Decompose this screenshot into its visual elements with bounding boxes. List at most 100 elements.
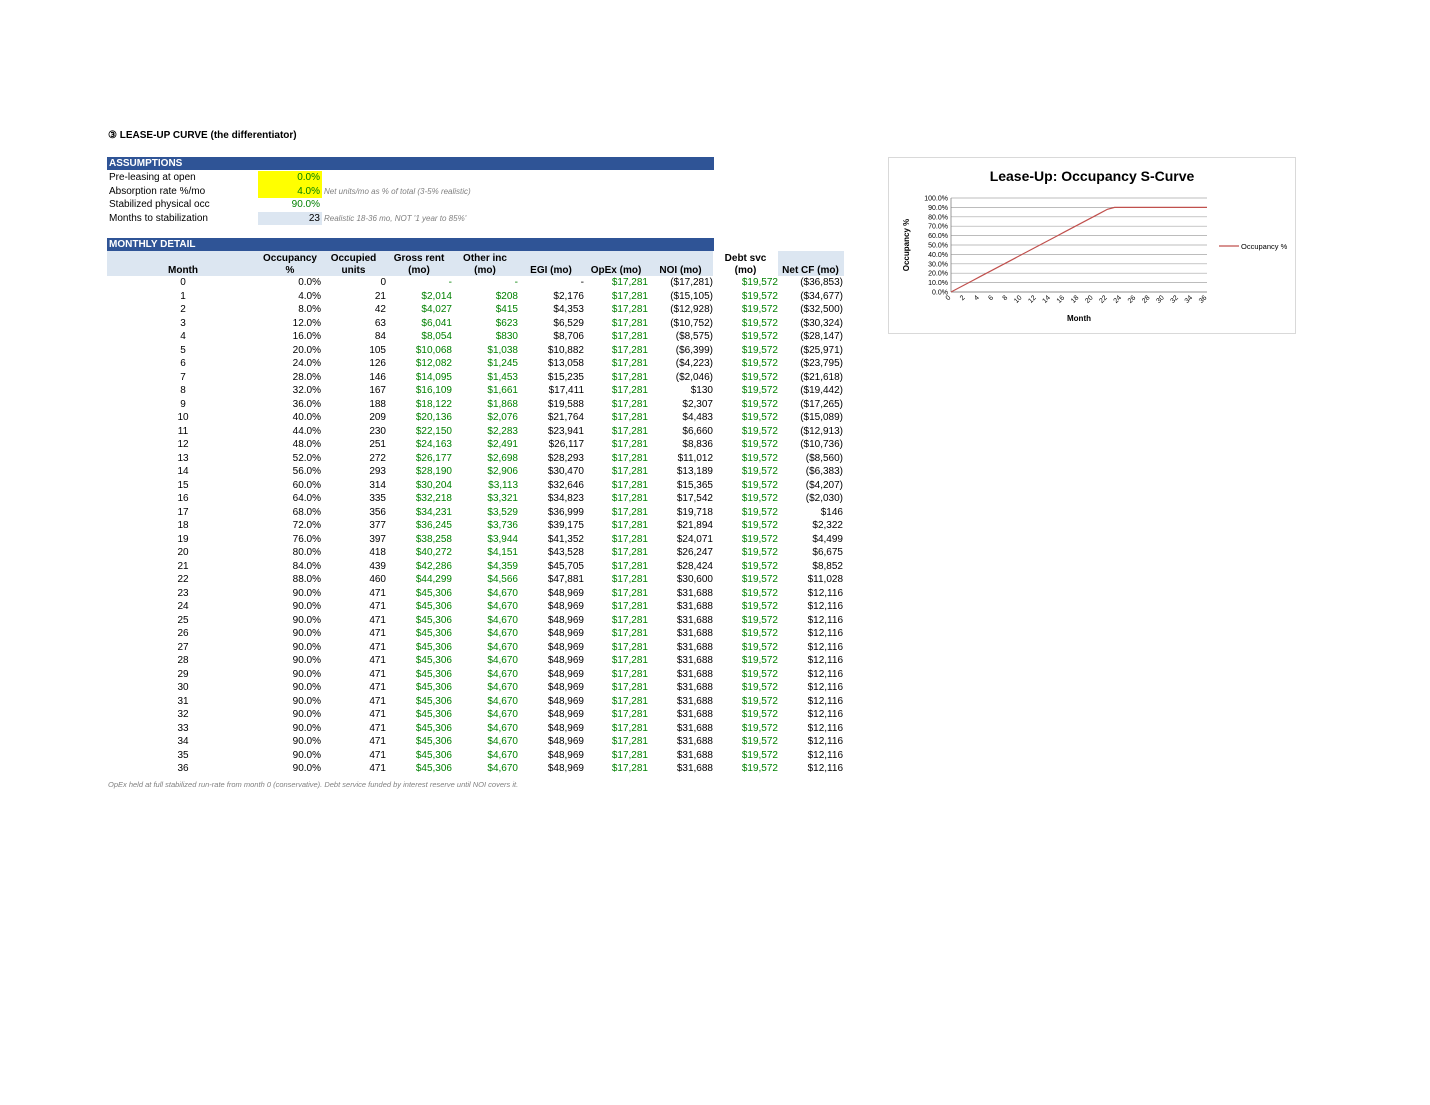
y-tick-label: 70.0%: [928, 224, 948, 231]
table-cell: $28,190: [415, 466, 452, 477]
table-cell: $12,116: [807, 722, 843, 734]
table-cell: ($12,913): [800, 425, 843, 437]
table-cell: 30: [177, 682, 189, 693]
table-cell: $31,688: [676, 587, 713, 599]
table-cell: $17,281: [611, 682, 648, 693]
table-row: 29 90.0% 471 $45,306 $4,670 $48,969 $17,281 $31…: [107, 668, 844, 682]
table-cell: $20,136: [415, 412, 452, 423]
table-cell: $19,572: [741, 277, 778, 288]
table-cell: $830: [495, 331, 518, 342]
table-cell: $28,424: [676, 560, 713, 572]
table-cell: $19,572: [741, 479, 778, 491]
table-cell: $48,969: [547, 614, 584, 626]
table-cell: 90.0%: [292, 587, 321, 599]
table-cell: ($30,324): [800, 317, 843, 329]
table-cell: $21,764: [547, 412, 584, 423]
table-cell: 36: [177, 763, 189, 774]
table-cell: 20.0%: [292, 344, 321, 356]
table-cell: $19,572: [741, 574, 778, 585]
table-cell: 90.0%: [292, 682, 321, 693]
x-tick-label: 6: [987, 294, 995, 302]
y-tick-label: 30.0%: [928, 261, 948, 268]
table-cell: $19,572: [741, 655, 778, 666]
table-cell: 0.0%: [298, 277, 321, 288]
table-cell: 293: [369, 466, 386, 477]
table-cell: $4,151: [487, 547, 518, 558]
table-cell: $41,352: [547, 533, 584, 545]
table-cell: $45,306: [415, 641, 452, 653]
table-cell: ($36,853): [800, 277, 843, 288]
table-cell: $4,566: [487, 574, 518, 585]
table-cell: $45,306: [415, 763, 452, 774]
table-row: 3 12.0% 63 $6,041 $623 $6,529 $17,281 ($10,752)…: [107, 317, 844, 331]
table-row: 32 90.0% 471 $45,306 $4,670 $48,969 $17,281 $31…: [107, 708, 844, 722]
table-cell: ($10,752): [670, 317, 713, 329]
table-cell: 12.0%: [292, 317, 321, 329]
table-cell: $2,322: [812, 520, 843, 531]
table-cell: $17,281: [611, 560, 648, 572]
column-header: OpEx (mo): [584, 251, 648, 276]
table-cell: 471: [369, 722, 386, 734]
table-cell: 34: [177, 736, 189, 747]
table-cell: 471: [369, 682, 386, 693]
table-cell: $19,572: [741, 452, 778, 464]
table-cell: $48,969: [547, 763, 584, 774]
table-cell: $18,122: [415, 398, 452, 410]
x-tick-label: 2: [959, 294, 967, 302]
table-cell: 22: [177, 574, 189, 585]
table-cell: $19,572: [741, 749, 778, 761]
x-tick-label: 10: [1013, 294, 1024, 305]
table-cell: 29: [177, 668, 189, 680]
table-cell: ($4,207): [805, 479, 843, 491]
table-cell: $45,306: [415, 628, 452, 639]
table-cell: $12,082: [415, 358, 452, 369]
table-cell: $45,306: [415, 736, 452, 747]
x-tick-label: 30: [1155, 294, 1166, 305]
table-cell: $21,894: [676, 520, 713, 531]
table-cell: 76.0%: [292, 533, 321, 545]
table-row: 28 90.0% 471 $45,306 $4,670 $48,969 $17,281 $31…: [107, 654, 844, 668]
table-cell: $17,281: [611, 533, 648, 545]
table-cell: 24.0%: [292, 358, 321, 369]
table-cell: 90.0%: [292, 736, 321, 747]
assumption-label: Pre-leasing at open: [109, 172, 196, 183]
column-header: NOI (mo): [648, 251, 713, 276]
assumption-value[interactable]: 23: [258, 211, 322, 225]
table-cell: 356: [369, 506, 386, 518]
table-row: 36 90.0% 471 $45,306 $4,670 $48,969 $17,281 $31…: [107, 762, 844, 776]
occupancy-chart[interactable]: Lease-Up: Occupancy S-Curve 0.0% 10.0% 20.0…: [888, 157, 1296, 334]
table-cell: $17,281: [611, 466, 648, 477]
assumption-value[interactable]: 0.0%: [258, 171, 322, 185]
table-row: 30 90.0% 471 $45,306 $4,670 $48,969 $17,281 $31…: [107, 681, 844, 695]
table-cell: $3,944: [487, 533, 518, 545]
table-cell: ($17,265): [800, 398, 843, 410]
table-cell: $48,969: [547, 722, 584, 734]
table-cell: 48.0%: [292, 439, 321, 450]
monthly-detail-table: 0 0.0% 0 - - - $17,281 ($17,281) $19,572 ($36,853…: [107, 276, 844, 776]
table-row: 15 60.0% 314 $30,204 $3,113 $32,646 $17,281 $15…: [107, 479, 844, 493]
table-cell: $12,116: [807, 695, 843, 707]
x-tick-label: 12: [1027, 294, 1038, 305]
table-cell: 188: [369, 398, 386, 410]
table-cell: -: [514, 277, 518, 288]
assumption-value[interactable]: 90.0%: [258, 198, 322, 212]
table-cell: $45,306: [415, 587, 452, 599]
table-cell: $45,306: [415, 614, 452, 626]
table-cell: $31,688: [676, 614, 713, 626]
table-cell: 90.0%: [292, 709, 321, 720]
table-cell: $4,670: [487, 736, 518, 747]
table-cell: $17,281: [611, 587, 648, 599]
table-cell: 88.0%: [292, 574, 321, 585]
assumption-value[interactable]: 4.0%: [258, 184, 322, 198]
table-cell: $26,117: [548, 439, 584, 450]
table-cell: $17,411: [548, 385, 584, 396]
table-cell: 14: [177, 466, 189, 477]
table-cell: $2,698: [487, 452, 518, 464]
table-cell: $6,660: [682, 425, 713, 437]
table-row: 0 0.0% 0 - - - $17,281 ($17,281) $19,572 ($36,853…: [107, 276, 844, 290]
table-header: Month Occupancy% Occupied units Gross rent (m…: [107, 251, 844, 276]
column-header: Month: [107, 251, 259, 276]
table-cell: $17,281: [611, 493, 648, 504]
table-row: 31 90.0% 471 $45,306 $4,670 $48,969 $17,281 $31…: [107, 695, 844, 709]
table-cell: 28: [177, 655, 189, 666]
